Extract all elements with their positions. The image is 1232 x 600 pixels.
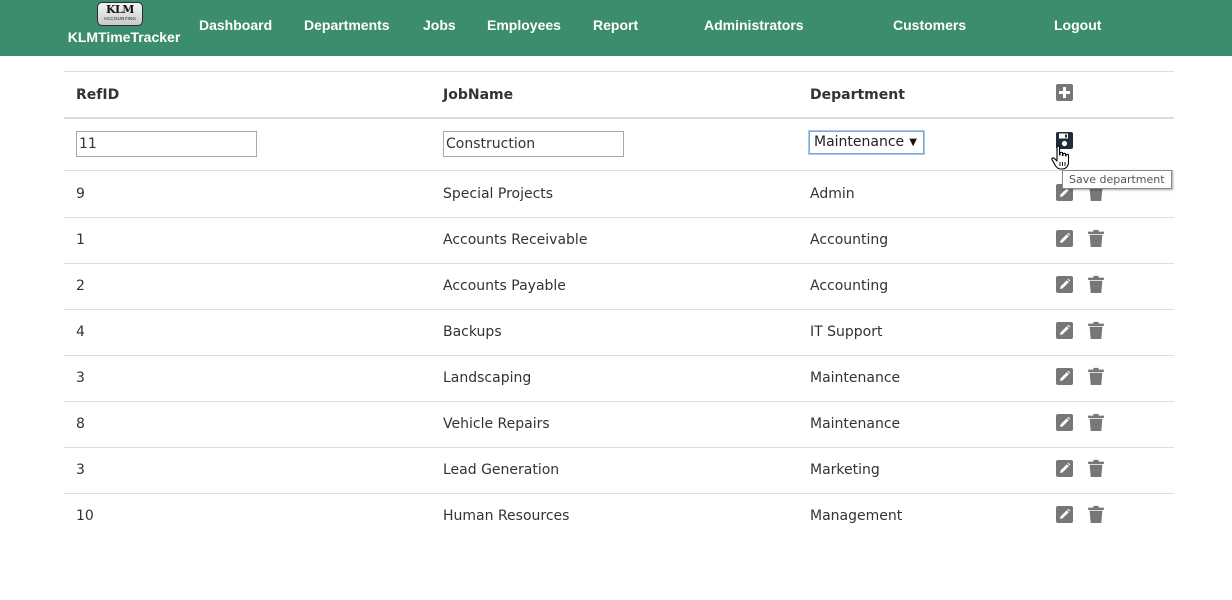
pencil-square-icon[interactable] <box>1056 414 1073 431</box>
cell-department: Accounting <box>810 232 889 248</box>
pencil-square-icon[interactable] <box>1056 460 1073 477</box>
nav-dashboard[interactable]: Dashboard <box>199 16 272 34</box>
save-tooltip: Save department <box>1062 170 1172 189</box>
nav-administrators[interactable]: Administrators <box>704 16 804 34</box>
klm-logo: KLM ACCOUNTING <box>97 2 143 26</box>
cell-jobname: Vehicle Repairs <box>443 416 550 432</box>
trash-icon[interactable] <box>1087 321 1105 340</box>
pencil-square-icon[interactable] <box>1056 322 1073 339</box>
row-divider <box>64 447 1174 448</box>
nav-customers[interactable]: Customers <box>893 16 966 34</box>
header-department: Department <box>810 87 905 103</box>
header-refid: RefID <box>76 87 120 103</box>
trash-icon[interactable] <box>1087 459 1105 478</box>
brand-name: KLMTimeTracker <box>67 29 181 45</box>
plus-square-icon[interactable] <box>1056 84 1073 101</box>
jobname-input[interactable] <box>443 131 624 157</box>
hand-pointer-icon <box>1051 145 1070 170</box>
cell-jobname: Human Resources <box>443 508 570 524</box>
nav-jobs[interactable]: Jobs <box>423 16 456 34</box>
brand-link[interactable]: KLM ACCOUNTING KLMTimeTracker <box>64 2 184 54</box>
cell-department: IT Support <box>810 324 883 340</box>
pencil-square-icon[interactable] <box>1056 368 1073 385</box>
cell-department: Maintenance <box>810 416 901 432</box>
chevron-down-icon: ▼ <box>909 137 917 148</box>
cell-refid: 8 <box>76 416 85 432</box>
row-divider <box>64 170 1174 171</box>
cell-jobname: Backups <box>443 324 502 340</box>
cell-jobname: Accounts Receivable <box>443 232 588 248</box>
trash-icon[interactable] <box>1087 413 1105 432</box>
nav-report[interactable]: Report <box>593 16 638 34</box>
table-top-border <box>64 71 1174 72</box>
cell-jobname: Landscaping <box>443 370 532 386</box>
cell-department: Accounting <box>810 278 889 294</box>
cell-refid: 1 <box>76 232 85 248</box>
cell-department: Admin <box>810 186 855 202</box>
pencil-square-icon[interactable] <box>1056 230 1073 247</box>
pencil-square-icon[interactable] <box>1056 506 1073 523</box>
cell-refid: 9 <box>76 186 85 202</box>
row-divider <box>64 493 1174 494</box>
trash-icon[interactable] <box>1087 505 1105 524</box>
trash-icon[interactable] <box>1087 229 1105 248</box>
header-jobname: JobName <box>443 87 514 103</box>
cell-department: Management <box>810 508 903 524</box>
row-divider <box>64 217 1174 218</box>
cell-refid: 2 <box>76 278 85 294</box>
trash-icon[interactable] <box>1087 275 1105 294</box>
trash-icon[interactable] <box>1087 367 1105 386</box>
cell-refid: 4 <box>76 324 85 340</box>
row-divider <box>64 401 1174 402</box>
row-divider <box>64 263 1174 264</box>
cell-jobname: Lead Generation <box>443 462 560 478</box>
cell-refid: 3 <box>76 462 85 478</box>
nav-logout[interactable]: Logout <box>1054 16 1101 34</box>
cell-department: Maintenance <box>810 370 901 386</box>
cell-jobname: Special Projects <box>443 186 554 202</box>
refid-input[interactable] <box>76 131 257 157</box>
row-divider <box>64 309 1174 310</box>
cell-refid: 3 <box>76 370 85 386</box>
row-divider <box>64 355 1174 356</box>
pencil-square-icon[interactable] <box>1056 276 1073 293</box>
cell-refid: 10 <box>76 508 94 524</box>
top-navbar: KLM ACCOUNTING KLMTimeTracker Dashboard … <box>0 0 1232 56</box>
cell-jobname: Accounts Payable <box>443 278 566 294</box>
nav-departments[interactable]: Departments <box>304 16 390 34</box>
cell-department: Marketing <box>810 462 880 478</box>
department-select[interactable]: Maintenance ▼ <box>809 131 924 154</box>
header-divider <box>64 117 1174 119</box>
nav-employees[interactable]: Employees <box>487 16 561 34</box>
